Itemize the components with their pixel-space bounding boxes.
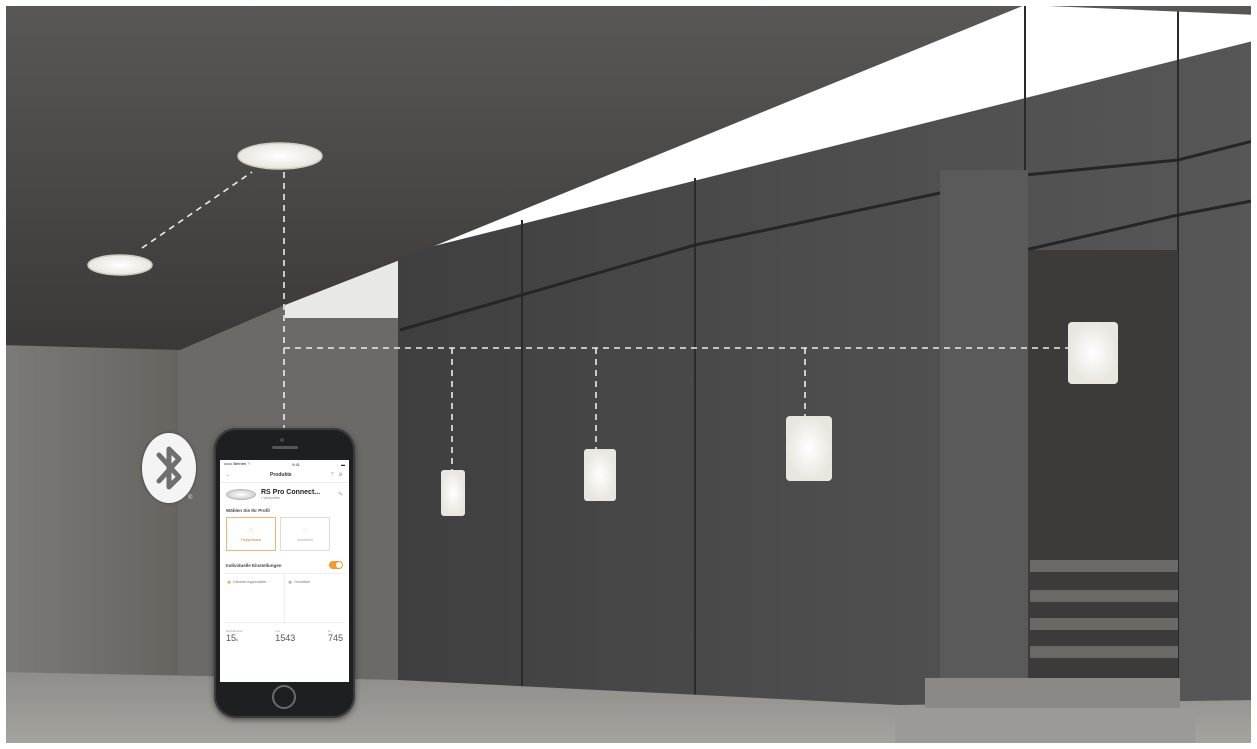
registered-mark: ®: [188, 495, 193, 501]
ceiling-light: [87, 254, 153, 276]
product-card[interactable]: RS Pro Connect... • Verbunden ✎: [220, 483, 349, 504]
bluetooth-badge: ®: [142, 433, 196, 503]
sun-icon: ✺: [288, 580, 293, 586]
front-step: [925, 678, 1180, 708]
profile-label: Individuell: [297, 537, 313, 542]
pillar: [940, 170, 1028, 690]
stat-runtime[interactable]: Nachlaufzeit 15s: [226, 629, 243, 643]
mode-options: ✺ Dämmerungsschalter ✺ Grundlicht: [224, 573, 345, 623]
wall-light: [441, 470, 465, 516]
gear-icon[interactable]: ⚙: [339, 472, 343, 478]
profile-icon: ◌: [248, 526, 254, 534]
stat-lux[interactable]: Lux 1543: [275, 629, 295, 643]
scene: ® •••••• Betrieb ⌔ 9:41 ▬ ← Produkte ? ⚙: [0, 0, 1257, 749]
smartphone: •••••• Betrieb ⌔ 9:41 ▬ ← Produkte ? ⚙ R…: [214, 428, 355, 718]
stat-value: 745: [327, 633, 343, 643]
profile-section-title: Wählen Sie Ihr Profil: [226, 508, 270, 513]
individual-settings-toggle[interactable]: [329, 561, 343, 569]
carrier: •••••• Betrieb ⌔: [224, 461, 252, 466]
stat-value: 1543: [275, 633, 296, 643]
mode-dusk-switch[interactable]: ✺ Dämmerungsschalter: [224, 574, 284, 622]
mode-base-light[interactable]: ✺ Grundlicht: [284, 574, 345, 622]
stat-unit: s: [236, 637, 239, 642]
individual-settings-label: Individuelle Einstellungen: [226, 562, 282, 568]
profile-icon: ◌: [302, 526, 308, 534]
product-name: RS Pro Connect...: [261, 489, 321, 496]
profile-label: Treppenhaus: [240, 537, 262, 542]
profile-option-individual[interactable]: ◌ Individuell: [280, 517, 330, 551]
stats-row: Nachlaufzeit 15s Lux 1543 lm 745: [220, 623, 349, 643]
help-icon[interactable]: ?: [331, 472, 334, 478]
clock: 9:41: [292, 461, 300, 467]
lamp-thumbnail: [226, 489, 256, 500]
back-icon[interactable]: ←: [226, 472, 231, 478]
home-button[interactable]: [272, 685, 296, 709]
stat-value: 15: [226, 633, 237, 643]
wall-light: [1068, 322, 1118, 384]
stat-lumen[interactable]: lm 745: [328, 629, 343, 643]
wall-light: [786, 416, 832, 481]
wall-light: [584, 449, 616, 501]
speaker: [272, 446, 298, 449]
front-step: [895, 708, 1195, 749]
mode-label: Grundlicht: [294, 580, 311, 584]
edit-icon[interactable]: ✎: [338, 491, 343, 498]
profile-option-stairwell[interactable]: ◌ Treppenhaus: [226, 517, 276, 551]
camera: [280, 438, 284, 442]
profile-options: ◌ Treppenhaus ◌ Individuell: [220, 515, 349, 553]
stairwell: [1028, 250, 1178, 680]
app-screen: •••••• Betrieb ⌔ 9:41 ▬ ← Produkte ? ⚙ R…: [220, 460, 349, 682]
app-header: ← Produkte ? ⚙: [220, 468, 349, 483]
individual-settings-row: Individuelle Einstellungen: [220, 553, 349, 573]
sun-icon: ✺: [227, 580, 232, 586]
page-title: Produkte: [270, 472, 292, 478]
ceiling-light: [237, 142, 323, 170]
status-bar: •••••• Betrieb ⌔ 9:41 ▬: [220, 460, 349, 468]
battery-icon: ▬: [340, 461, 345, 467]
bluetooth-icon: [156, 446, 182, 490]
mode-label: Dämmerungsschalter: [233, 580, 267, 584]
left-wall: [0, 340, 180, 680]
product-status: • Verbunden: [261, 496, 281, 500]
concrete-room-background: [0, 0, 1257, 749]
